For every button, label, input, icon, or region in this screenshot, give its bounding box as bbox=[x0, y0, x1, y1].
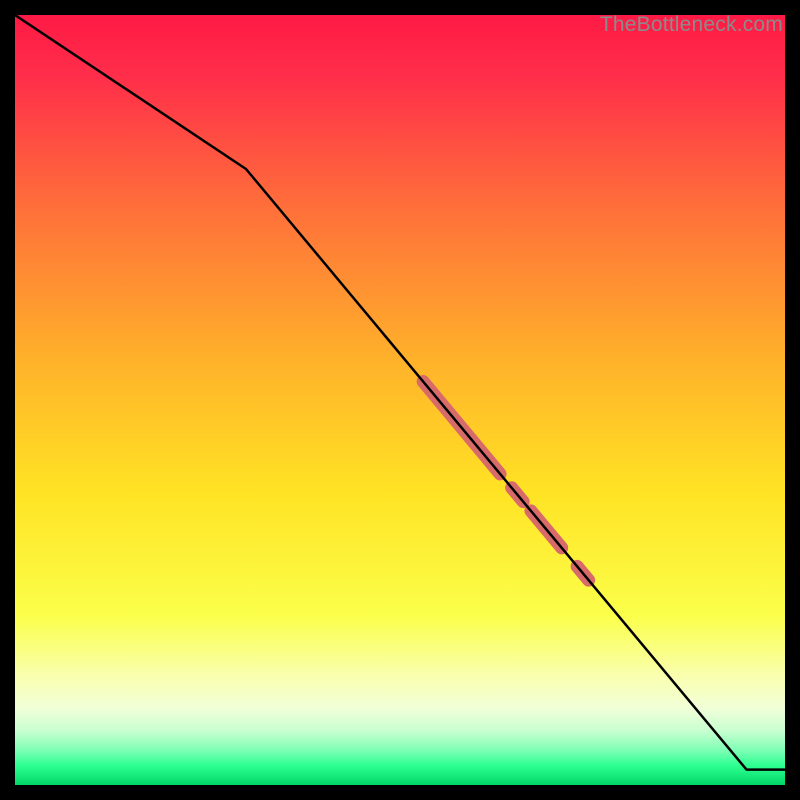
chart-frame: TheBottleneck.com bbox=[15, 15, 785, 785]
chart-canvas bbox=[15, 15, 785, 785]
gradient-background bbox=[15, 15, 785, 785]
watermark-text: TheBottleneck.com bbox=[600, 13, 783, 37]
